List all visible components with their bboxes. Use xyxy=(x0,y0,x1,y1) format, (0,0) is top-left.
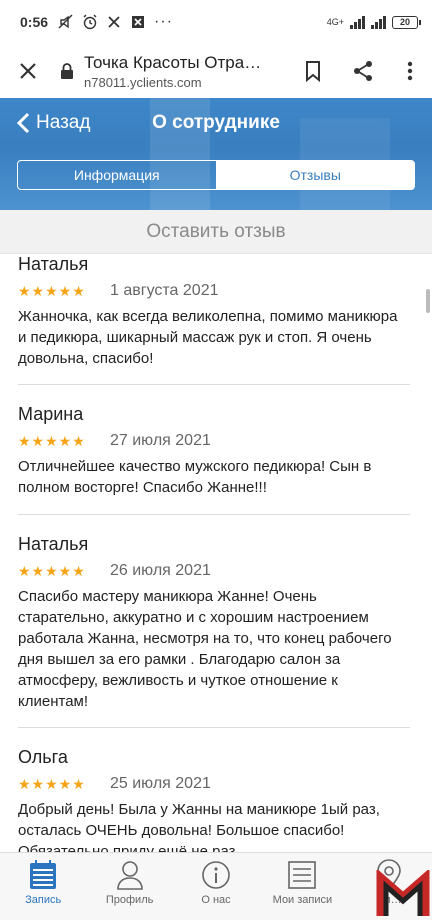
share-icon xyxy=(354,61,372,81)
review-text: Спасибо мастеру маникюра Жанне! Очень ст… xyxy=(18,588,392,710)
review-date: 25 июля 2021 xyxy=(110,775,211,792)
review-item: Наталья ★★★★★ 1 августа 2021 Жанночка, к… xyxy=(18,254,410,369)
browser-page-title: Точка Красоты Отра… xyxy=(84,52,262,72)
review-author: Ольга xyxy=(18,747,68,767)
review-author: Марина xyxy=(18,404,84,424)
battery-level: 20 xyxy=(399,17,410,27)
app-header: Назад О сотруднике Информация Отзывы xyxy=(0,98,432,210)
signal-strength-icon xyxy=(350,15,365,29)
review-item: Наталья ★★★★★ 26 июля 2021 Спасибо масте… xyxy=(18,534,410,712)
rating-stars: ★★★★★ xyxy=(18,432,86,449)
divider xyxy=(18,727,410,728)
page-title: О сотруднике xyxy=(152,112,280,133)
review-meta: ★★★★★ 27 июля 2021 xyxy=(18,432,410,450)
close-icon xyxy=(20,63,36,79)
reviews-list: Наталья ★★★★★ 1 августа 2021 Жанночка, к… xyxy=(0,254,432,852)
tools-icon xyxy=(108,16,120,28)
person-icon xyxy=(115,859,145,891)
status-time: 0:56 xyxy=(20,14,49,30)
tab-reviews[interactable]: Отзывы xyxy=(216,161,414,189)
leave-review-button[interactable]: Оставить отзыв xyxy=(0,210,432,254)
divider xyxy=(18,514,410,515)
rating-stars: ★★★★★ xyxy=(18,282,86,299)
nav-item-my-bookings[interactable]: Мои записи xyxy=(259,853,345,920)
close-button[interactable] xyxy=(0,44,56,98)
calendar-icon xyxy=(29,859,57,891)
nav-item-profile[interactable]: Профиль xyxy=(86,853,172,920)
review-date: 26 июля 2021 xyxy=(110,562,211,579)
review-meta: ★★★★★ 26 июля 2021 xyxy=(18,562,410,580)
nav-item-booking[interactable]: Запись xyxy=(0,853,86,920)
browser-url: n78011.yclients.com xyxy=(84,74,202,90)
review-date: 27 июля 2021 xyxy=(110,432,211,449)
mute-icon xyxy=(58,14,73,29)
bookmark-button[interactable] xyxy=(288,44,338,98)
watermark-logo xyxy=(376,870,430,916)
review-author: Наталья xyxy=(18,534,89,554)
browser-actions xyxy=(288,44,432,98)
status-bar: 0:56 ··· 4G+ 20 xyxy=(0,0,432,44)
more-notifications-icon: ··· xyxy=(154,13,174,30)
list-icon xyxy=(287,859,317,891)
rating-stars: ★★★★★ xyxy=(18,562,86,579)
review-author: Наталья xyxy=(18,254,89,274)
app-notification-icon xyxy=(132,16,145,28)
nav-item-about[interactable]: О нас xyxy=(173,853,259,920)
review-meta: ★★★★★ 1 августа 2021 xyxy=(18,282,410,300)
review-item: Ольга ★★★★★ 25 июля 2021 Добрый день! Бы… xyxy=(18,747,410,852)
review-date: 1 августа 2021 xyxy=(110,282,219,299)
nav-label: Мои записи xyxy=(272,894,333,906)
divider xyxy=(18,384,410,385)
network-type: 4G+ xyxy=(326,17,344,27)
rating-stars: ★★★★★ xyxy=(18,775,86,792)
review-item: Марина ★★★★★ 27 июля 2021 Отличнейшее ка… xyxy=(18,404,410,498)
review-meta: ★★★★★ 25 июля 2021 xyxy=(18,775,410,793)
lock-icon xyxy=(56,63,78,79)
review-text: Отличнейшее качество мужского педикюра! … xyxy=(18,458,372,496)
nav-label: Запись xyxy=(25,894,62,906)
signal-strength-icon-2 xyxy=(371,15,386,29)
share-button[interactable] xyxy=(338,44,388,98)
review-text: Жанночка, как всегда великолепна, помимо… xyxy=(18,308,398,367)
segmented-tabs: Информация Отзывы xyxy=(17,160,415,190)
alarm-icon xyxy=(83,14,97,30)
nav-label: Профиль xyxy=(105,894,154,906)
browser-toolbar: Точка Красоты Отра… n78011.yclients.com xyxy=(0,44,432,98)
tab-info[interactable]: Информация xyxy=(18,161,217,189)
more-vertical-icon xyxy=(407,61,413,81)
status-right: 4G+ 20 xyxy=(326,15,421,29)
info-icon xyxy=(201,859,231,891)
browser-title-area[interactable]: Точка Красоты Отра… n78011.yclients.com xyxy=(84,53,288,90)
nav-label: О нас xyxy=(201,894,231,906)
status-left: 0:56 ··· xyxy=(20,13,173,31)
more-menu-button[interactable] xyxy=(388,44,432,98)
review-text: Добрый день! Была у Жанны на маникюре 1ы… xyxy=(18,801,380,852)
scrollbar[interactable] xyxy=(426,289,430,313)
battery-icon: 20 xyxy=(392,15,421,29)
screen: 0:56 ··· 4G+ 20 Точка Красоты Отра… n780… xyxy=(0,0,432,920)
bookmark-icon xyxy=(306,61,320,82)
bottom-navigation: Запись Профиль О нас Мои записи Фи… xyxy=(0,852,432,920)
